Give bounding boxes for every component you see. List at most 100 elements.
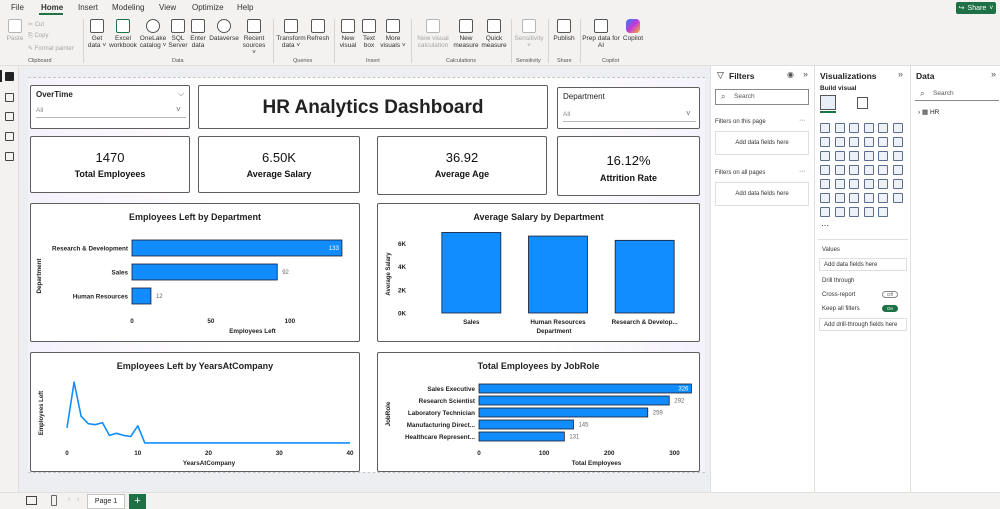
menu-help[interactable]: Help xyxy=(237,3,253,12)
more-visuals-button[interactable]: More visuals ˅ xyxy=(379,19,407,49)
visual-type-icon[interactable] xyxy=(820,193,830,203)
visual-type-icon[interactable] xyxy=(878,165,888,175)
more-options-icon[interactable]: ⋯ xyxy=(799,117,805,124)
visual-type-icon[interactable] xyxy=(892,123,903,133)
visual-type-icon[interactable] xyxy=(878,123,888,133)
onelake-catalog-button[interactable]: OneLake catalog ˅ xyxy=(138,19,168,49)
overtime-slicer[interactable]: OverTime ⌵ All ˅ xyxy=(30,85,190,129)
visual-type-icon[interactable] xyxy=(820,207,830,217)
visual-type-icon[interactable] xyxy=(834,179,845,189)
copilot-button[interactable]: Copilot xyxy=(620,19,646,42)
filters-search-input[interactable]: ⌕ Search xyxy=(715,89,809,105)
keep-filters-toggle[interactable]: On xyxy=(882,305,898,312)
visual-type-icon[interactable] xyxy=(878,193,888,203)
get-data-button[interactable]: Get data ˅ xyxy=(86,19,108,49)
collapse-icon[interactable]: » xyxy=(803,69,808,79)
recent-sources-button[interactable]: Recent sources ˅ xyxy=(240,19,268,56)
transform-data-button[interactable]: Transform data ˅ xyxy=(276,19,306,49)
menu-insert[interactable]: Insert xyxy=(78,3,98,12)
chart-average-salary-by-department[interactable]: Average Salary by Department 0K 2K 4K 6K Sal… xyxy=(377,203,700,342)
visual-type-icon[interactable] xyxy=(849,137,859,147)
visual-type-icon[interactable] xyxy=(834,151,845,161)
enter-data-button[interactable]: Enter data xyxy=(188,19,208,49)
visual-type-icon[interactable] xyxy=(878,207,888,217)
visual-type-icon[interactable] xyxy=(820,151,830,161)
visual-type-icon[interactable] xyxy=(849,165,859,175)
visual-type-icon[interactable] xyxy=(849,151,859,161)
data-search-input[interactable]: ⌕ Search xyxy=(915,89,999,101)
menu-view[interactable]: View xyxy=(159,3,176,12)
report-view-icon[interactable] xyxy=(5,72,14,81)
add-page-button[interactable]: + xyxy=(129,494,146,509)
share-button[interactable]: ↪ Share ˅ xyxy=(956,2,996,14)
visual-type-icon[interactable] xyxy=(863,137,874,147)
drill-through-drop[interactable]: Add drill-through fields here xyxy=(819,318,907,331)
visual-type-icon[interactable] xyxy=(849,207,859,217)
chevron-left-icon[interactable]: ‹ xyxy=(68,496,70,503)
chart-employees-left-by-department[interactable]: Employees Left by Department Research & … xyxy=(30,203,360,342)
sensitivity-button[interactable]: Sensitivity ˅ xyxy=(513,19,545,49)
chevron-down-icon[interactable]: ⌵ xyxy=(178,89,184,99)
copy-button[interactable]: ⎘ Copy xyxy=(28,33,48,40)
build-visual-tab-icon[interactable] xyxy=(820,95,836,110)
tmdl-view-icon[interactable] xyxy=(5,152,14,161)
sql-server-button[interactable]: SQL Server xyxy=(168,19,188,49)
text-box-button[interactable]: Text box xyxy=(359,19,379,49)
chart-employees-left-by-years[interactable]: Employees Left by YearsAtCompany 0 10 20 30… xyxy=(30,352,360,472)
new-visual-calculation-button[interactable]: New visual calculation xyxy=(414,19,452,49)
cross-report-toggle[interactable]: Off xyxy=(882,291,898,298)
prep-data-ai-button[interactable]: Prep data for AI xyxy=(582,19,620,49)
visual-type-icon[interactable] xyxy=(820,123,830,133)
visual-type-icon[interactable] xyxy=(834,137,845,147)
visual-type-icon[interactable] xyxy=(892,151,903,161)
paste-button[interactable]: Paste xyxy=(5,19,25,42)
visual-type-icon[interactable] xyxy=(863,207,874,217)
mobile-layout-icon[interactable] xyxy=(51,495,57,506)
visual-type-icon[interactable] xyxy=(834,165,845,175)
desktop-layout-icon[interactable] xyxy=(26,496,37,505)
kpi-average-age[interactable]: 36.92 Average Age xyxy=(377,136,547,195)
visual-type-icon[interactable] xyxy=(820,179,830,189)
visual-type-icon[interactable] xyxy=(892,193,903,203)
eye-icon[interactable]: ◉ xyxy=(787,70,794,79)
kpi-average-salary[interactable]: 6.50K Average Salary xyxy=(198,136,360,193)
filters-this-page-drop[interactable]: Add data fields here xyxy=(715,131,809,155)
collapse-icon[interactable]: » xyxy=(991,69,996,79)
menu-home[interactable]: Home xyxy=(41,3,63,12)
format-painter-button[interactable]: ✎ Format painter xyxy=(28,45,74,52)
visual-type-icon[interactable] xyxy=(892,179,903,189)
department-slicer[interactable]: Department All ˅ xyxy=(557,87,700,129)
more-options-icon[interactable]: ⋯ xyxy=(799,168,805,175)
department-dropdown[interactable]: All ˅ xyxy=(563,108,696,122)
chevron-right-icon[interactable]: › xyxy=(77,496,79,503)
new-measure-button[interactable]: New measure xyxy=(452,19,480,49)
visual-type-icon[interactable] xyxy=(863,179,874,189)
publish-button[interactable]: Publish xyxy=(551,19,577,42)
visual-type-icon[interactable] xyxy=(878,137,888,147)
visual-type-icon[interactable] xyxy=(849,193,859,203)
format-visual-tab-icon[interactable] xyxy=(857,97,868,109)
more-visuals-icon[interactable]: ⋯ xyxy=(821,221,829,230)
dataverse-button[interactable]: Dataverse xyxy=(208,19,240,42)
visual-type-icon[interactable] xyxy=(820,137,830,147)
visual-type-icon[interactable] xyxy=(834,193,845,203)
visual-type-icon[interactable] xyxy=(849,123,859,133)
visual-type-icon[interactable] xyxy=(892,165,903,175)
table-view-icon[interactable] xyxy=(5,93,14,102)
table-hr[interactable]: › ▦ HR xyxy=(918,108,939,116)
visual-type-icon[interactable] xyxy=(878,151,888,161)
refresh-button[interactable]: Refresh xyxy=(306,19,330,42)
visual-type-icon[interactable] xyxy=(863,165,874,175)
visual-type-icon[interactable] xyxy=(863,151,874,161)
visual-type-icon[interactable] xyxy=(834,123,845,133)
chart-total-employees-by-jobrole[interactable]: Total Employees by JobRole Sales Executi… xyxy=(377,352,700,472)
visual-type-icon[interactable] xyxy=(863,123,874,133)
visual-type-icon[interactable] xyxy=(863,193,874,203)
model-view-icon[interactable] xyxy=(5,112,14,121)
values-drop[interactable]: Add data fields here xyxy=(819,258,907,271)
kpi-total-employees[interactable]: 1470 Total Employees xyxy=(30,136,190,193)
cut-button[interactable]: ✂ Cut xyxy=(28,21,44,28)
menu-optimize[interactable]: Optimize xyxy=(192,3,224,12)
page-tab-1[interactable]: Page 1 xyxy=(87,494,125,509)
filters-all-pages-drop[interactable]: Add data fields here xyxy=(715,182,809,206)
